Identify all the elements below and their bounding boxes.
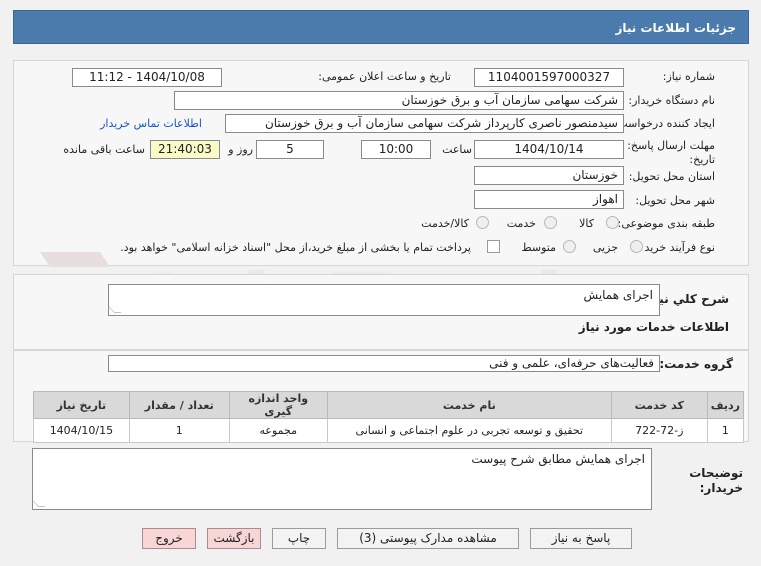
- city-label: شهر محل تحویل:: [635, 194, 715, 207]
- creator-field: سیدمنصور ناصری کارپرداز شرکت سهامی سازما…: [225, 114, 624, 133]
- deadline-label: مهلت ارسال پاسخ: تا: [617, 139, 715, 152]
- city-field: اهواز: [474, 190, 624, 209]
- buyer-notes-text: اجرای همایش مطابق شرح پیوست: [471, 452, 645, 466]
- col-unit: واحد اندازه گیری: [228, 391, 328, 419]
- back-button[interactable]: بازگشت: [207, 528, 261, 549]
- process-option-medium: متوسط: [521, 241, 556, 254]
- process-type-label: نوع فرآیند خرید :: [637, 241, 715, 254]
- col-row-number: ردیف: [706, 391, 745, 419]
- announce-datetime-field: 1404/10/08 - 11:12: [72, 68, 222, 87]
- table-row: 1 ز-72-722 تحقیق و توسعه تجربی در علوم ا…: [33, 418, 745, 443]
- buyer-notes-label: توضیحات: [689, 466, 743, 480]
- col-service-code: کد خدمت: [610, 391, 708, 419]
- buyer-notes-label-2: خریدار:: [699, 481, 743, 495]
- page-title: جزئیات اطلاعات نیاز: [615, 21, 736, 35]
- reply-button[interactable]: پاسخ به نیاز: [530, 528, 632, 549]
- treasury-payment-checkbox[interactable]: [487, 240, 500, 253]
- cell-service-code: ز-72-722: [610, 418, 708, 443]
- category-radio-service[interactable]: [544, 216, 557, 229]
- service-group-label: گروه خدمت:: [659, 357, 733, 371]
- resize-handle-icon[interactable]: [31, 500, 46, 507]
- deadline-date-field: 1404/10/14: [474, 140, 624, 159]
- cell-row-number: 1: [706, 418, 745, 443]
- services-table: ردیف کد خدمت نام خدمت واحد اندازه گیری ت…: [33, 391, 745, 443]
- province-label: استان محل تحویل:: [628, 170, 715, 183]
- category-option-goods: کالا: [579, 217, 594, 230]
- category-option-service: خدمت: [506, 217, 536, 230]
- announce-label: تاریخ و ساعت اعلان عمومی:: [318, 70, 451, 83]
- days-remaining-field: 5: [256, 140, 324, 159]
- col-need-date: تاریخ نیاز: [33, 391, 130, 419]
- service-group-field: فعالیت‌های حرفه‌ای، علمی و فنی: [108, 355, 660, 372]
- print-button[interactable]: چاپ: [272, 528, 326, 549]
- summary-text: اجرای همایش: [583, 288, 653, 302]
- remaining-time-field: 21:40:03: [150, 140, 220, 159]
- table-header-row: ردیف کد خدمت نام خدمت واحد اندازه گیری ت…: [33, 391, 745, 419]
- services-section-title: اطلاعات خدمات مورد نیاز: [578, 320, 729, 334]
- buyer-notes-textarea[interactable]: اجرای همایش مطابق شرح پیوست: [31, 448, 652, 510]
- cell-unit: مجموعه: [228, 418, 328, 443]
- creator-label: ایجاد کننده درخواست:: [613, 117, 715, 130]
- province-field: خوزستان: [474, 166, 624, 185]
- exit-button[interactable]: خروج: [142, 528, 196, 549]
- summary-textarea[interactable]: اجرای همایش: [107, 284, 660, 316]
- resize-handle-icon[interactable]: [107, 306, 122, 313]
- need-number-label: شماره نیاز:: [662, 70, 715, 83]
- category-radio-goods[interactable]: [606, 216, 619, 229]
- process-radio-medium[interactable]: [563, 240, 576, 253]
- category-label: طبقه بندی موضوعی:: [617, 217, 715, 230]
- view-attachments-button[interactable]: مشاهده مدارک پیوستی (3): [337, 528, 519, 549]
- remaining-time-label: ساعت باقی مانده: [63, 143, 145, 156]
- buyer-org-label: نام دستگاه خریدار:: [628, 94, 715, 107]
- cell-quantity: 1: [128, 418, 230, 443]
- deadline-time-label: ساعت: [442, 143, 472, 156]
- col-quantity: تعداد / مقدار: [128, 391, 230, 419]
- buyer-org-field: شرکت سهامی سازمان آب و برق خوزستان: [174, 91, 624, 110]
- category-radio-goods-service[interactable]: [476, 216, 489, 229]
- process-radio-minor[interactable]: [630, 240, 643, 253]
- page-header: جزئیات اطلاعات نیاز: [13, 10, 749, 44]
- deadline-label-2: تاریخ:: [689, 153, 715, 166]
- cell-need-date: 1404/10/15: [33, 418, 130, 443]
- cell-service-name: تحقیق و توسعه تجربی در علوم اجتماعی و ان…: [326, 418, 612, 443]
- days-label: روز و: [228, 143, 253, 156]
- need-number-field: 1104001597000327: [474, 68, 624, 87]
- process-option-minor: جزیی: [592, 241, 618, 254]
- col-service-name: نام خدمت: [326, 391, 612, 419]
- deadline-time-field: 10:00: [361, 140, 431, 159]
- buyer-contact-link[interactable]: اطلاعات تماس خریدار: [100, 117, 202, 130]
- treasury-payment-note: پرداخت تمام یا بخشی از مبلغ خرید،از محل …: [120, 241, 471, 254]
- category-option-goods-service: کالا/خدمت: [421, 217, 469, 230]
